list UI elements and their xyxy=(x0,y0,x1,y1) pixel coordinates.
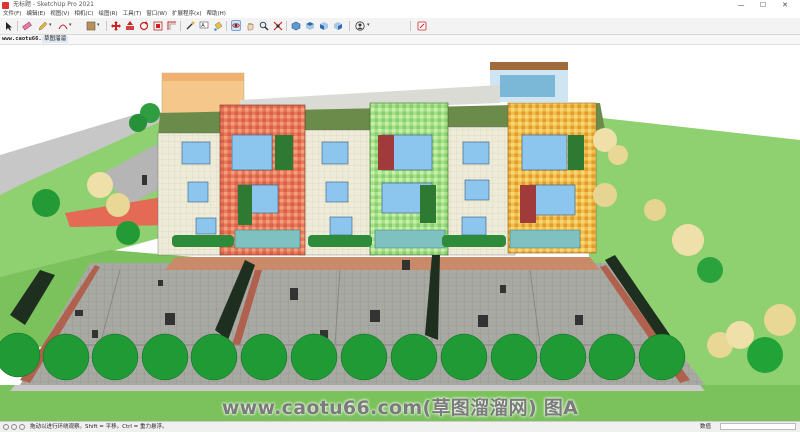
eraser-icon[interactable] xyxy=(22,20,32,31)
toolbar-separator xyxy=(180,21,181,31)
toolbar-separator xyxy=(106,21,107,31)
menu-tools[interactable]: 工具(T) xyxy=(123,10,142,18)
warehouse-icon[interactable] xyxy=(417,20,427,31)
zoom-extents-icon[interactable] xyxy=(273,20,283,31)
close-button[interactable]: ✕ xyxy=(774,0,796,10)
offset-icon[interactable] xyxy=(167,20,177,31)
front-view-icon[interactable] xyxy=(319,20,329,31)
menu-file[interactable]: 文件(F) xyxy=(3,10,21,18)
help-icon[interactable] xyxy=(19,424,25,430)
paint-icon[interactable] xyxy=(213,20,223,31)
rotate-icon[interactable] xyxy=(139,20,149,31)
toolbar-separator xyxy=(410,21,411,31)
toolbar-separator xyxy=(17,21,18,31)
text-icon[interactable]: A xyxy=(199,20,209,31)
top-view-icon[interactable] xyxy=(305,20,315,31)
pencil-dropdown-icon[interactable]: ▾ xyxy=(49,20,54,31)
menu-view[interactable]: 视图(V) xyxy=(50,10,69,18)
move-icon[interactable] xyxy=(111,20,121,31)
select-icon[interactable] xyxy=(4,20,14,31)
pencil-icon[interactable] xyxy=(38,20,48,31)
push-pull-icon[interactable] xyxy=(125,20,135,31)
svg-text:A: A xyxy=(201,23,205,29)
toolbar-separator xyxy=(286,21,287,31)
scale-icon[interactable] xyxy=(153,20,163,31)
menu-camera[interactable]: 相机(C) xyxy=(74,10,93,18)
menu-window[interactable]: 窗口(W) xyxy=(146,10,167,18)
window-title: 无标题 - SketchUp Pro 2021 xyxy=(13,1,94,8)
measurements-input[interactable] xyxy=(720,423,796,430)
right-view-icon[interactable] xyxy=(333,20,343,31)
sketchup-app-icon xyxy=(2,1,9,9)
status-bar: 拖动以进行环绕观察。Shift = 平移。Ctrl = 重力悬浮。 数值 xyxy=(0,421,800,432)
orbit-icon[interactable] xyxy=(231,20,241,31)
credits-icon[interactable] xyxy=(11,424,17,430)
watermark-text: www.caotu66.com(草图溜溜网) 图A xyxy=(221,397,579,419)
menu-help[interactable]: 帮助(H) xyxy=(207,10,226,18)
pan-icon[interactable] xyxy=(245,20,255,31)
main-toolbar: ▾ ▾ ▾ A ▾ xyxy=(0,18,800,35)
user-icon[interactable] xyxy=(355,20,365,31)
menu-edit[interactable]: 编辑(E) xyxy=(26,10,45,18)
arc-icon[interactable] xyxy=(58,20,68,31)
arc-dropdown-icon[interactable]: ▾ xyxy=(69,20,74,31)
shape-dropdown-icon[interactable]: ▾ xyxy=(97,20,102,31)
zoom-icon[interactable] xyxy=(259,20,269,31)
iso-view-icon[interactable] xyxy=(291,20,301,31)
geo-location-icon[interactable] xyxy=(3,424,9,430)
model-viewport[interactable]: www.caotu66.com(草图溜溜网) 图A xyxy=(0,45,800,421)
minimize-button[interactable]: — xyxy=(730,0,752,10)
tape-measure-icon[interactable] xyxy=(185,20,195,31)
building-model-render xyxy=(0,62,800,421)
toolbar-separator xyxy=(226,21,227,31)
menu-extensions[interactable]: 扩展程序(x) xyxy=(172,10,202,18)
shape-icon[interactable] xyxy=(86,20,96,31)
toolbar-separator xyxy=(349,21,350,31)
user-dropdown-icon[interactable]: ▾ xyxy=(367,20,372,31)
menu-draw[interactable]: 绘图(R) xyxy=(98,10,117,18)
title-bar: 无标题 - SketchUp Pro 2021 xyxy=(0,0,800,10)
menu-bar: 文件(F) 编辑(E) 视图(V) 相机(C) 绘图(R) 工具(T) 窗口(W… xyxy=(0,10,800,18)
scenes-bar: www.caotu66.com 草图溜溜 xyxy=(0,35,800,45)
maximize-button[interactable]: ☐ xyxy=(752,0,774,10)
scene-tab[interactable]: 草图溜溜 xyxy=(42,36,69,43)
